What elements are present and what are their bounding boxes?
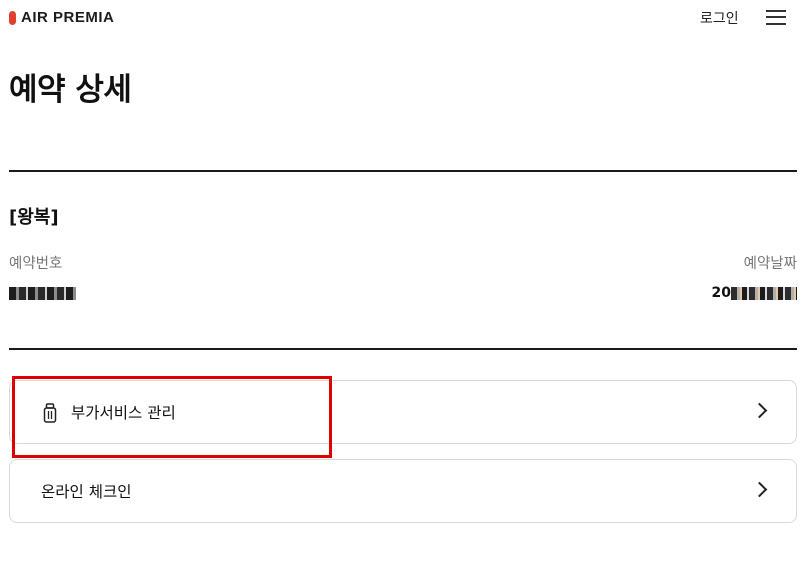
reservation-date-value: 20 — [712, 285, 797, 301]
reservation-number-label: 예약번호 — [9, 256, 63, 272]
redacted-reservation-date — [731, 286, 797, 300]
page-title: 예약 상세 — [9, 72, 132, 108]
login-link[interactable]: 로그인 — [700, 8, 739, 28]
luggage-icon — [43, 403, 57, 423]
reservation-date-prefix: 20 — [711, 285, 731, 301]
hamburger-icon[interactable] — [766, 9, 786, 26]
section-divider-bottom — [9, 348, 797, 350]
air-premia-logo[interactable]: AIR PREMIA — [9, 9, 114, 26]
chevron-right-icon — [751, 481, 768, 498]
additional-services-label: 부가서비스 관리 — [71, 404, 176, 422]
online-checkin-label: 온라인 체크인 — [41, 483, 132, 501]
trip-type-label: [왕복] — [9, 207, 59, 228]
chevron-right-icon — [751, 402, 768, 419]
online-checkin-card[interactable]: 온라인 체크인 — [9, 459, 797, 523]
reservation-date-label: 예약날짜 — [743, 256, 797, 272]
redacted-reservation-number — [9, 286, 76, 300]
reservation-number-value — [9, 285, 76, 301]
section-divider-top — [9, 170, 797, 172]
logo-mark-icon — [9, 10, 16, 25]
top-header: AIR PREMIA 로그인 — [0, 0, 810, 36]
logo-text: AIR PREMIA — [21, 9, 115, 26]
additional-services-card[interactable]: 부가서비스 관리 — [9, 380, 797, 444]
